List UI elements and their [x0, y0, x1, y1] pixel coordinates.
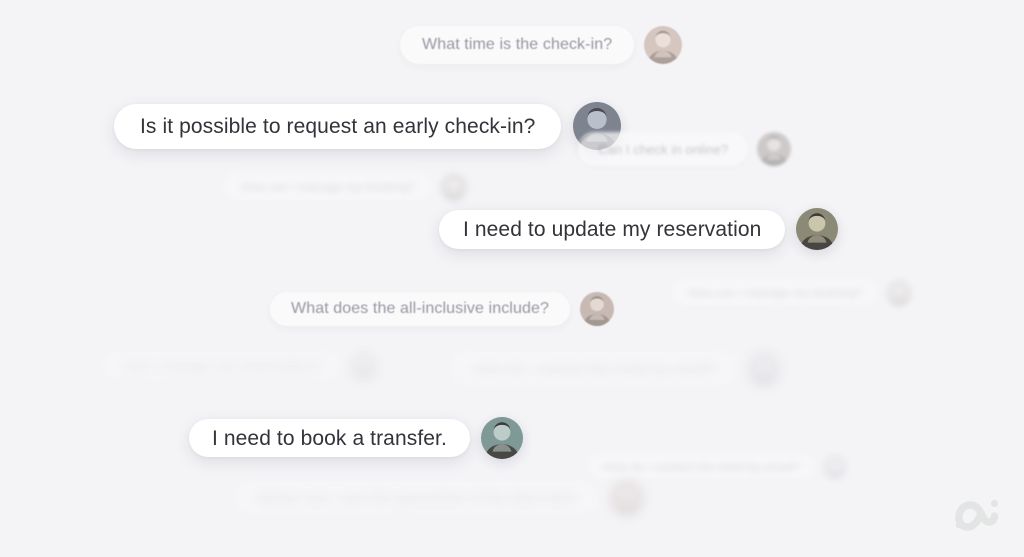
chat-message-row[interactable]: I need to update my reservation [439, 208, 839, 250]
chat-message-row[interactable]: Where can I see the guarantee of the bes… [236, 480, 646, 516]
avatar-woman-long-hair[interactable] [796, 208, 839, 250]
chat-message-row[interactable]: How can I manage my booking? [672, 280, 913, 306]
avatar-person-warm[interactable] [609, 480, 646, 516]
chat-bubble-text: I need to update my reservation [463, 217, 762, 241]
chat-bubble[interactable]: What does the all-inclusive include? [270, 292, 570, 326]
chat-bubble[interactable]: How can I manage my booking? [224, 173, 433, 201]
chat-message-row[interactable]: How can I manage my booking? [224, 173, 469, 201]
chat-bubble[interactable]: Can I check in online? [578, 132, 749, 166]
chat-message-row[interactable]: Can I check in online? [578, 132, 792, 166]
avatar-generic-person[interactable] [823, 455, 848, 479]
chat-bubble-text: How do I contact the hotel by email? [472, 360, 718, 378]
chat-bubble[interactable]: How do I contact the hotel by email? [588, 455, 816, 479]
avatar-woman-selfie[interactable] [644, 26, 683, 64]
avatar-person-light[interactable] [747, 352, 782, 386]
chat-bubble[interactable]: Can I change my reservation? [104, 352, 341, 380]
chat-message-row[interactable]: What time is the check-in? [400, 26, 683, 64]
avatar-generic-person[interactable] [886, 280, 913, 306]
avatar-woman-dark-hair[interactable] [757, 132, 792, 166]
avatar-generic-person[interactable] [440, 173, 469, 201]
chat-bubble[interactable]: Where can I see the guarantee of the bes… [236, 482, 600, 514]
chat-bubble-text: How can I manage my booking? [241, 180, 416, 194]
chat-message-row[interactable]: I need to book a transfer. [189, 417, 523, 459]
wave-infinity-logo [952, 490, 1000, 532]
chat-message-row[interactable]: Is it possible to request an early check… [114, 102, 622, 150]
chat-bubble-text: Can I check in online? [598, 141, 729, 157]
chat-message-row[interactable]: How do I contact the hotel by email? [452, 352, 782, 386]
avatar-woman-smiling[interactable] [579, 292, 614, 326]
chat-bubble-text: Is it possible to request an early check… [140, 114, 536, 138]
chat-bubble[interactable]: How do I contact the hotel by email? [452, 352, 738, 386]
chat-message-row[interactable]: Can I change my reservation? [104, 352, 378, 380]
chat-bubble-text: How can I manage my booking? [688, 286, 863, 300]
chat-bubble[interactable]: Is it possible to request an early check… [114, 103, 562, 149]
avatar-generic-person[interactable] [349, 352, 378, 380]
chat-message-row[interactable]: What does the all-inclusive include? [270, 292, 614, 326]
chat-bubble-text: How do I contact the hotel by email? [603, 460, 801, 474]
chat-bubble-text: Where can I see the guarantee of the bes… [256, 489, 580, 507]
chat-bubble-text: Can I change my reservation? [121, 357, 324, 375]
chat-message-row[interactable]: How do I contact the hotel by email? [588, 455, 848, 479]
chat-bubble-text: What does the all-inclusive include? [291, 300, 549, 317]
chat-bubble[interactable]: How can I manage my booking? [672, 280, 879, 306]
chat-collage-canvas: What time is the check-in? Is it possible… [0, 0, 1024, 557]
chat-bubble[interactable]: I need to book a transfer. [189, 419, 470, 457]
chat-bubble-text: I need to book a transfer. [212, 426, 447, 450]
chat-bubble[interactable]: I need to update my reservation [439, 209, 786, 249]
chat-bubble-text: What time is the check-in? [422, 36, 613, 53]
chat-bubble[interactable]: What time is the check-in? [400, 26, 635, 64]
avatar-woman-curly-hair[interactable] [480, 417, 523, 459]
